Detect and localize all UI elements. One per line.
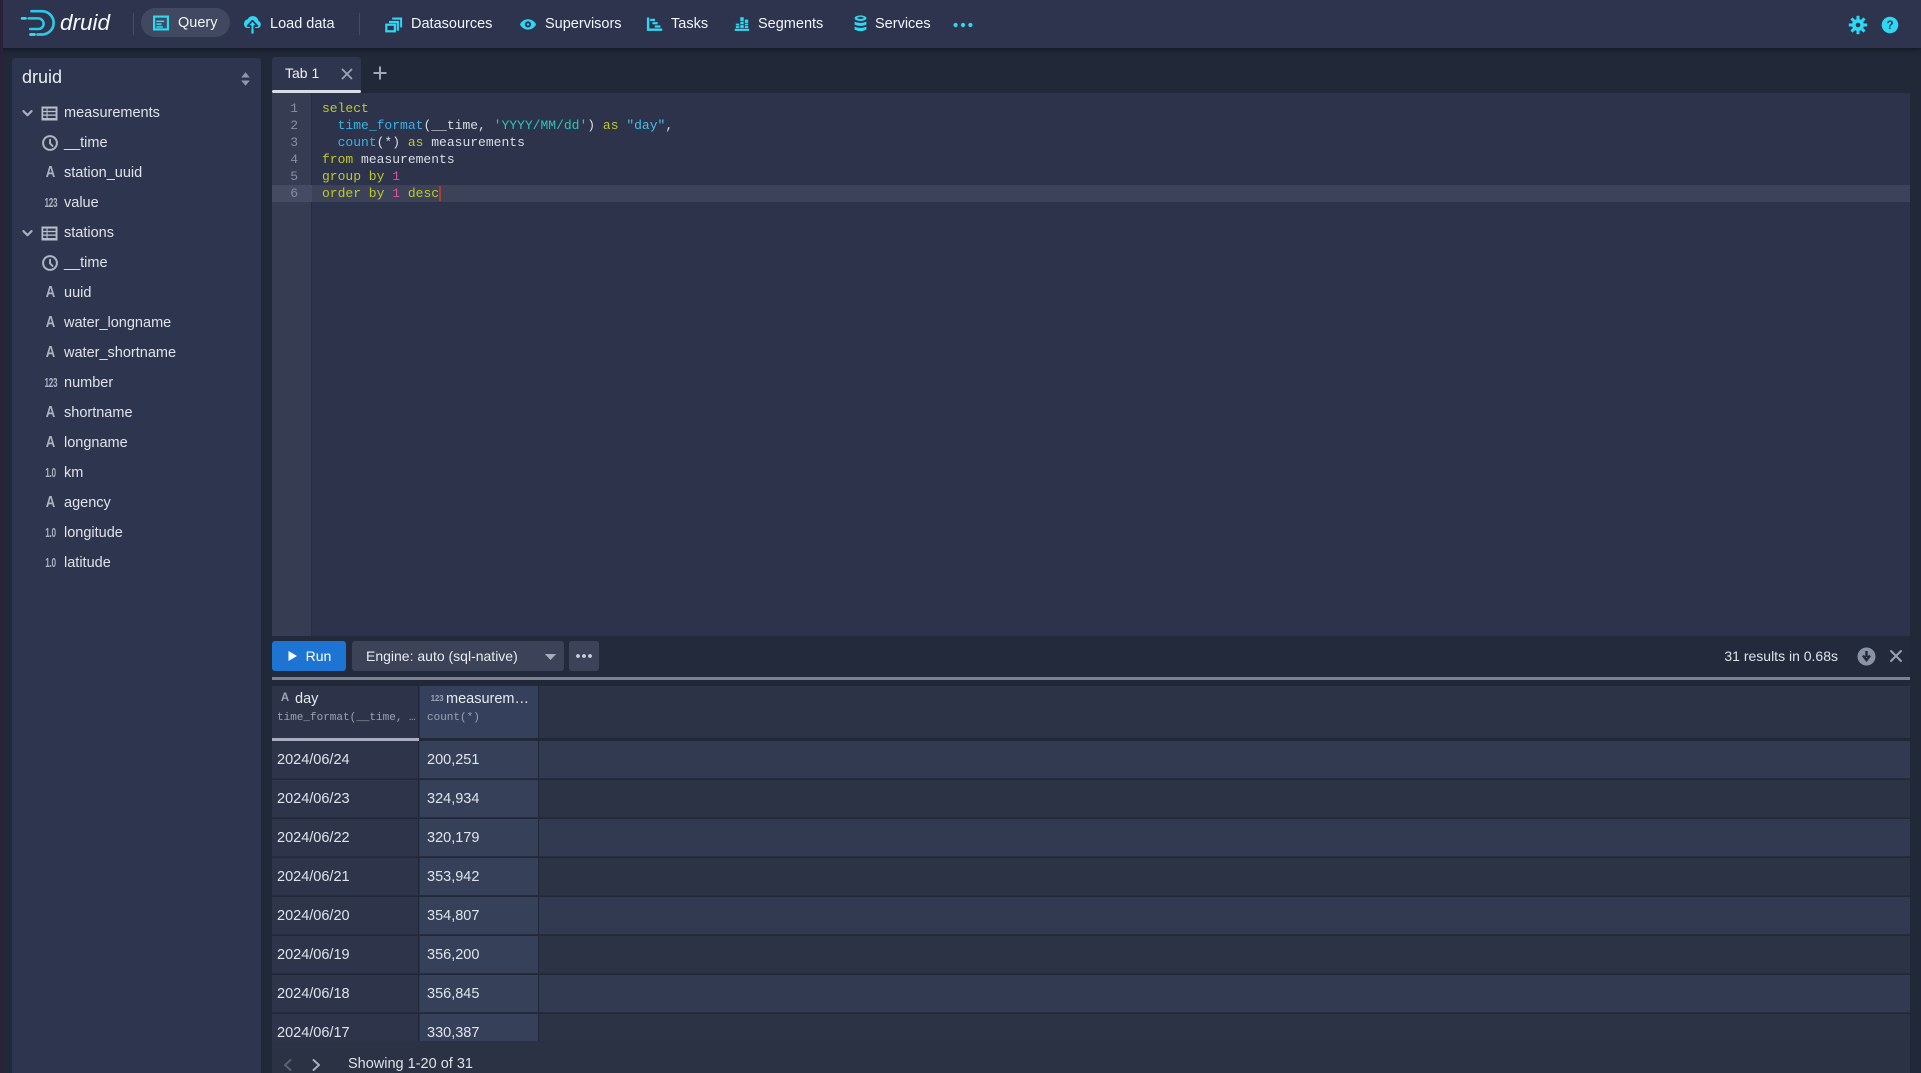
svg-text:?: ? bbox=[1886, 20, 1893, 32]
